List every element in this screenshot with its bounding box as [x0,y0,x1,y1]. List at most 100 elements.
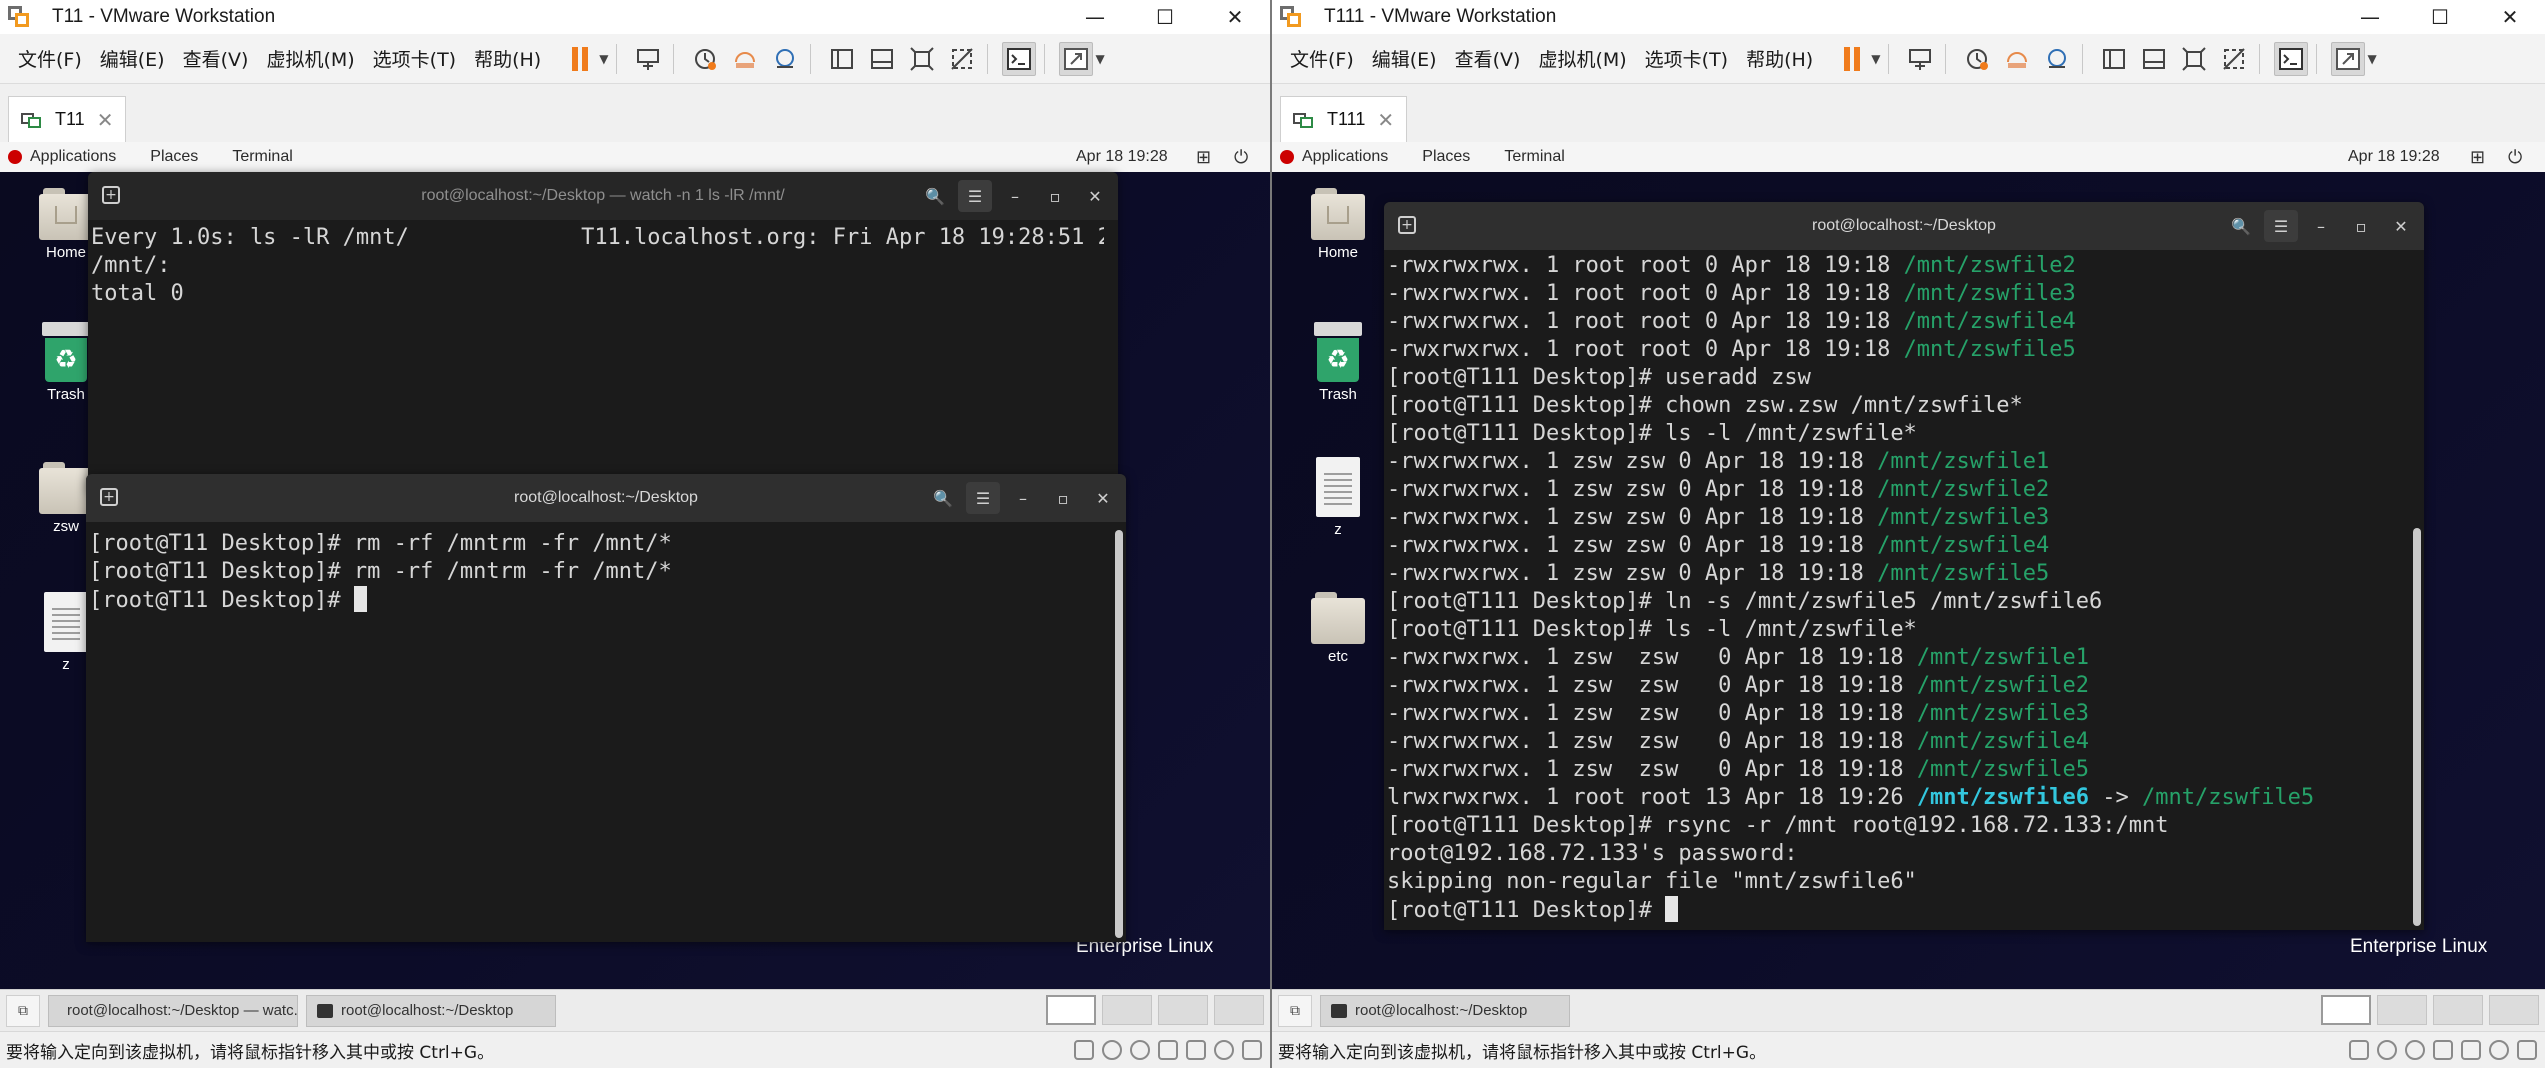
snapshot-manager-button[interactable] [2040,42,2074,76]
menu-view[interactable]: 查看(V) [1455,45,1521,72]
fit-guest-button[interactable] [2177,42,2211,76]
menu-tabs[interactable]: 选项卡(T) [373,45,456,72]
usb-icon[interactable] [2433,1040,2453,1060]
sound-icon[interactable] [2461,1040,2481,1060]
send-keys-button[interactable] [631,42,665,76]
show-desktop-button[interactable]: ⧉ [1278,994,1312,1027]
menu-help[interactable]: 帮助(H) [1746,45,1813,72]
show-desktop-button[interactable]: ⧉ [6,994,40,1027]
workspace-1[interactable] [1046,995,1096,1025]
sound-icon[interactable] [1186,1040,1206,1060]
menu-file[interactable]: 文件(F) [1290,45,1354,72]
fit-guest-button[interactable] [905,42,939,76]
fullscreen-button[interactable] [2331,41,2366,76]
scrollbar-thumb[interactable] [1115,530,1123,938]
new-tab-icon[interactable]: + [102,186,120,204]
close-button[interactable]: ✕ [2475,0,2545,34]
hamburger-menu-icon[interactable]: ☰ [958,180,992,212]
cd-dvd-icon[interactable] [1102,1040,1122,1060]
thumbnail-button[interactable] [2137,42,2171,76]
pause-button[interactable] [1835,42,1869,76]
revert-snapshot-button[interactable] [728,42,762,76]
fullscreen-dropdown-icon[interactable]: ▼ [2367,52,2376,66]
scrollbar-thumb[interactable] [2413,528,2421,926]
hard-disk-icon[interactable] [1074,1040,1094,1060]
network-icon[interactable]: ⊞ [2470,147,2485,168]
terminal-scrollbar[interactable] [2412,258,2422,926]
desktop-icon-etc[interactable]: etc [1300,592,1376,665]
desktop-icon-z[interactable]: z [1300,457,1376,538]
workspace-3[interactable] [1158,995,1208,1025]
maximize-button[interactable]: ☐ [2405,0,2475,34]
console-view-button[interactable] [2274,41,2309,76]
unity-button[interactable] [945,42,979,76]
new-tab-icon[interactable]: + [100,488,118,506]
menu-file[interactable]: 文件(F) [18,45,82,72]
hamburger-menu-icon[interactable]: ☰ [2264,210,2298,242]
workspace-4[interactable] [1214,995,1264,1025]
terminal-scrollbar[interactable] [1114,530,1124,938]
close-button[interactable]: ✕ [1200,0,1270,34]
terminal-menu[interactable]: Terminal [1504,148,1564,166]
applications-menu[interactable]: Applications [30,148,116,166]
close-icon[interactable]: ✕ [2384,210,2418,242]
search-icon[interactable]: 🔍 [2224,210,2258,242]
fullscreen-dropdown-icon[interactable]: ▼ [1095,52,1104,66]
network-adapter-icon[interactable] [2405,1040,2425,1060]
menu-help[interactable]: 帮助(H) [474,45,541,72]
hard-disk-icon[interactable] [2349,1040,2369,1060]
usb-icon[interactable] [1158,1040,1178,1060]
minimize-button[interactable]: — [2335,0,2405,34]
close-icon[interactable]: ✕ [1086,482,1120,514]
desktop-icon-trash[interactable]: ♻ Trash [1300,322,1376,403]
snapshot-button[interactable] [688,42,722,76]
search-icon[interactable]: 🔍 [926,482,960,514]
workspace-4[interactable] [2489,995,2539,1025]
maximize-button[interactable]: ☐ [1130,0,1200,34]
workspace-2[interactable] [2377,995,2427,1025]
places-menu[interactable]: Places [150,148,198,166]
library-button[interactable] [825,42,859,76]
tab-close-icon[interactable]: ✕ [97,108,114,132]
clock[interactable]: Apr 18 19:28 [2348,148,2440,166]
workspace-3[interactable] [2433,995,2483,1025]
power-icon[interactable]: ⏻ [2508,147,2522,168]
workspace-1[interactable] [2321,995,2371,1025]
power-icon[interactable]: ⏻ [1234,147,1248,168]
maximize-icon[interactable]: ▫ [1046,482,1080,514]
minimize-button[interactable]: — [1060,0,1130,34]
revert-snapshot-button[interactable] [2000,42,2034,76]
minimize-icon[interactable]: – [2304,210,2338,242]
places-menu[interactable]: Places [1422,148,1470,166]
display-icon[interactable] [1242,1040,1262,1060]
send-keys-button[interactable] [1903,42,1937,76]
desktop[interactable]: Home ♻ Trash z etc Red Hat Enterprise Li… [1272,172,2545,989]
printer-icon[interactable] [1214,1040,1234,1060]
fullscreen-button[interactable] [1059,41,1094,76]
vm-tab-t11[interactable]: T11 ✕ [8,96,127,142]
close-icon[interactable]: ✕ [1078,180,1112,212]
pause-dropdown-icon[interactable]: ▼ [1871,52,1880,66]
snapshot-manager-button[interactable] [768,42,802,76]
guest-display[interactable]: Applications Places Terminal Apr 18 19:2… [1272,142,2545,989]
cd-dvd-icon[interactable] [2377,1040,2397,1060]
menu-edit[interactable]: 编辑(E) [1372,45,1437,72]
guest-display[interactable]: Applications Places Terminal Apr 18 19:2… [0,142,1270,989]
hamburger-menu-icon[interactable]: ☰ [966,482,1000,514]
thumbnail-button[interactable] [865,42,899,76]
tab-close-icon[interactable]: ✕ [1377,108,1394,132]
pause-button[interactable] [563,42,597,76]
printer-icon[interactable] [2489,1040,2509,1060]
pause-dropdown-icon[interactable]: ▼ [599,52,608,66]
minimize-icon[interactable]: – [1006,482,1040,514]
search-icon[interactable]: 🔍 [918,180,952,212]
new-tab-icon[interactable]: + [1398,216,1416,234]
vm-tab-t111[interactable]: T111 ✕ [1280,96,1408,142]
terminal-menu[interactable]: Terminal [232,148,292,166]
menu-vm[interactable]: 虚拟机(M) [1538,45,1626,72]
menu-tabs[interactable]: 选项卡(T) [1645,45,1728,72]
taskbar-item-shell-terminal[interactable]: root@localhost:~/Desktop [306,994,556,1027]
applications-menu[interactable]: Applications [1302,148,1388,166]
display-icon[interactable] [2517,1040,2537,1060]
workspace-2[interactable] [1102,995,1152,1025]
